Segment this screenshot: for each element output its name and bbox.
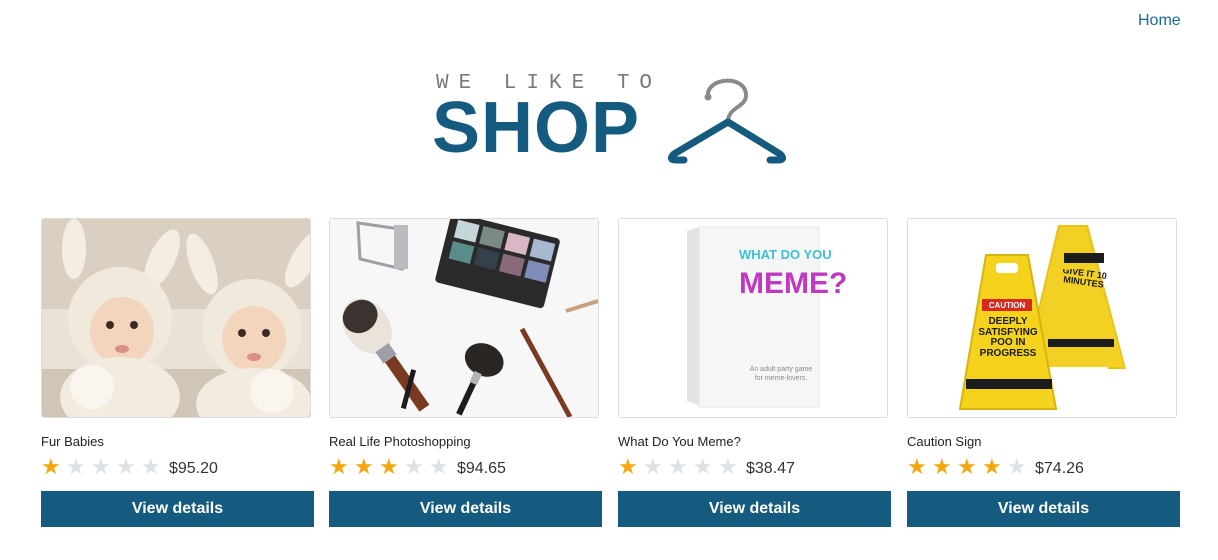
star-filled-icon: ★ — [907, 454, 927, 479]
rating-row: ★ ★ ★ ★ ★ $94.65 — [329, 455, 602, 479]
caution-label: CAUTION — [989, 301, 1026, 310]
product-price: $74.26 — [1035, 459, 1084, 477]
star-filled-icon: ★ — [379, 454, 399, 479]
makeup-photo — [330, 219, 598, 417]
product-card: GIVE IT 10 MINUTES CAUTION DEEPLY SATISF… — [907, 218, 1180, 527]
product-title: Caution Sign — [907, 434, 982, 449]
star-rating: ★ ★ ★ ★ ★ — [41, 456, 166, 478]
view-details-button[interactable]: View details — [41, 491, 314, 527]
star-empty-icon: ★ — [643, 454, 663, 479]
rating-row: ★ ★ ★ ★ ★ $38.47 — [618, 455, 891, 479]
product-image-fur-babies[interactable] — [41, 218, 311, 418]
front-sign-text: DEEPLY SATISFYING POO IN PROGRESS — [978, 317, 1038, 359]
star-filled-icon: ★ — [41, 454, 61, 479]
meme-box-photo: WHAT DO YOU MEME? An adult party game fo… — [619, 219, 887, 417]
star-filled-icon: ★ — [329, 454, 349, 479]
star-empty-icon: ★ — [116, 454, 136, 479]
fur-babies-photo — [42, 219, 310, 417]
star-empty-icon: ★ — [91, 454, 111, 479]
star-empty-icon: ★ — [404, 454, 424, 479]
star-empty-icon: ★ — [718, 454, 738, 479]
product-image-what-do-you-meme[interactable]: WHAT DO YOU MEME? An adult party game fo… — [618, 218, 888, 418]
product-grid: Fur Babies ★★★★★ $95.20 View details — [41, 218, 1181, 538]
star-filled-icon: ★ — [957, 454, 977, 479]
star-empty-icon: ★ — [668, 454, 688, 479]
star-empty-icon: ★ — [429, 454, 449, 479]
view-details-button[interactable]: View details — [329, 491, 602, 527]
star-rating: ★ ★ ★ ★ ★ — [907, 456, 1032, 478]
hanger-icon — [667, 78, 787, 164]
star-filled-icon: ★ — [618, 454, 638, 479]
box-text-line2: MEME? — [739, 267, 847, 300]
shop-logo: WE LIKE TO SHOP — [432, 68, 792, 168]
product-image-real-life-photoshopping[interactable] — [329, 218, 599, 418]
star-empty-icon: ★ — [141, 454, 161, 479]
product-title: What Do You Meme? — [618, 434, 741, 449]
rating-row: ★ ★ ★ ★ ★ $95.20 — [41, 455, 314, 479]
rating-row: ★ ★ ★ ★ ★ $74.26 — [907, 455, 1180, 479]
product-card: Real Life Photoshopping ★ ★ ★ ★ ★ $94.65 Vie… — [329, 218, 602, 527]
star-rating: ★ ★ ★ ★ ★ — [618, 456, 743, 478]
star-empty-icon: ★ — [693, 454, 713, 479]
star-filled-icon: ★ — [354, 454, 374, 479]
product-price: $94.65 — [457, 459, 506, 477]
product-price: $38.47 — [746, 459, 795, 477]
box-text-line1: WHAT DO YOU — [739, 247, 832, 262]
back-sign-text: GIVE IT 10 MINUTES — [1062, 269, 1108, 291]
view-details-button[interactable]: View details — [618, 491, 891, 527]
star-filled-icon: ★ — [982, 454, 1002, 479]
logo-wordmark: SHOP — [432, 88, 641, 168]
star-empty-icon: ★ — [1007, 454, 1027, 479]
star-filled-icon: ★ — [932, 454, 952, 479]
caution-sign-photo: GIVE IT 10 MINUTES CAUTION DEEPLY SATISF… — [908, 219, 1176, 417]
box-caption: An adult party game for meme-lovers. — [749, 366, 813, 383]
home-link[interactable]: Home — [1138, 12, 1181, 30]
product-price: $95.20 — [169, 459, 218, 477]
product-title: Fur Babies — [41, 434, 104, 449]
star-empty-icon: ★ — [66, 454, 86, 479]
product-image-caution-sign[interactable]: GIVE IT 10 MINUTES CAUTION DEEPLY SATISF… — [907, 218, 1177, 418]
product-title: Real Life Photoshopping — [329, 434, 471, 449]
product-card: Fur Babies ★ ★ ★ ★ ★ $95.20 View details — [41, 218, 314, 527]
star-rating: ★ ★ ★ ★ ★ — [329, 456, 454, 478]
view-details-button[interactable]: View details — [907, 491, 1180, 527]
product-card: WHAT DO YOU MEME? An adult party game fo… — [618, 218, 891, 527]
